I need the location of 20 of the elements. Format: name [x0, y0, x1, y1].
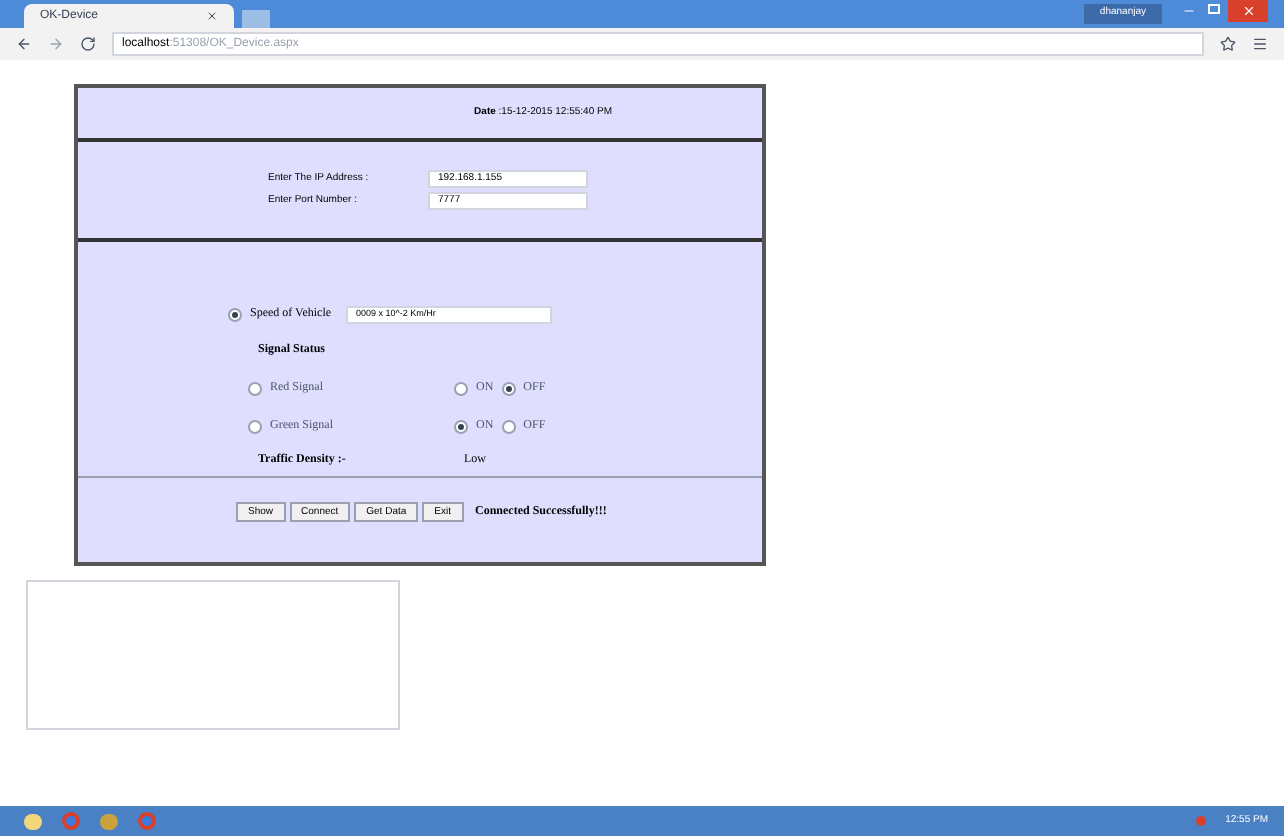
radio-button[interactable] — [454, 382, 468, 396]
radio-button[interactable] — [228, 308, 242, 322]
maximize-icon[interactable] — [1208, 4, 1220, 14]
radio-button[interactable] — [248, 382, 262, 396]
reload-icon[interactable] — [80, 36, 96, 52]
radio-button[interactable] — [501, 382, 516, 396]
close-icon[interactable] — [206, 10, 218, 22]
minimize-icon[interactable] — [1182, 4, 1196, 18]
star-icon[interactable] — [1220, 36, 1236, 52]
browser-icon[interactable] — [138, 812, 156, 830]
radio-button[interactable] — [501, 420, 516, 434]
radio-button[interactable] — [248, 420, 262, 434]
text-area[interactable] — [26, 580, 400, 730]
back-icon[interactable] — [16, 36, 32, 52]
radio-button[interactable] — [454, 420, 468, 434]
close-icon — [1241, 4, 1255, 18]
browser-icon[interactable] — [62, 812, 80, 830]
forward-icon[interactable] — [48, 36, 64, 52]
close-window-button[interactable] — [1228, 0, 1268, 22]
menu-icon[interactable] — [1252, 36, 1268, 52]
